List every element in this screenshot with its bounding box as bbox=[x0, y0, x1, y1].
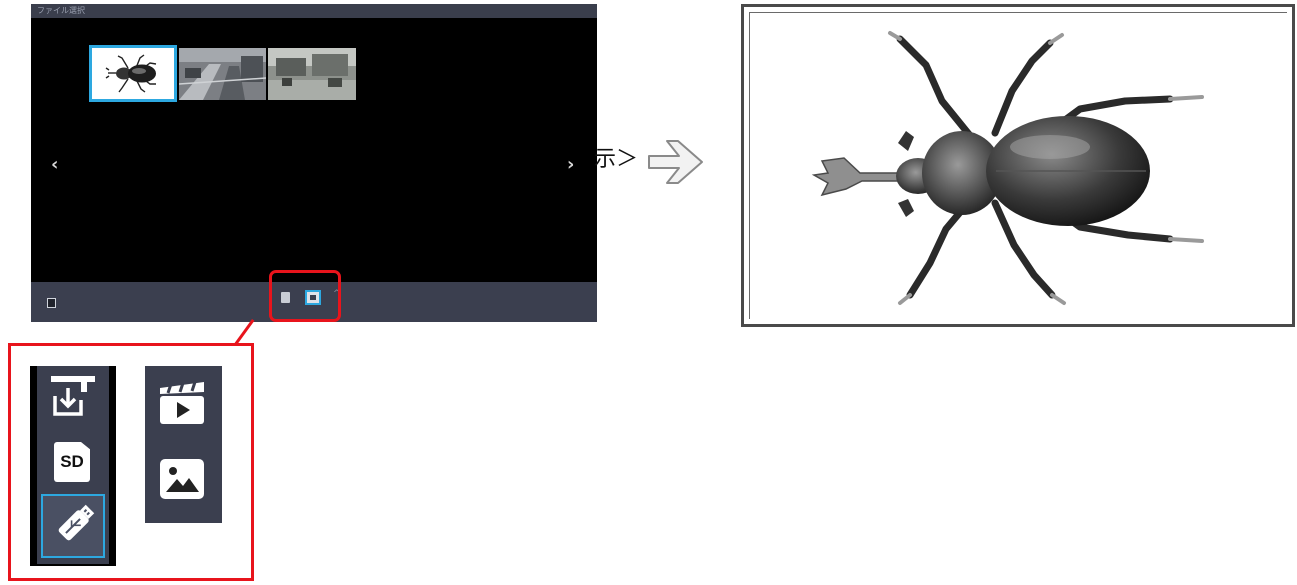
fullscreen-preview bbox=[741, 4, 1295, 327]
photo-icon bbox=[160, 459, 204, 499]
next-page-arrow[interactable]: › bbox=[567, 154, 574, 175]
sd-card-source-button[interactable]: SD bbox=[54, 442, 90, 482]
usb-icon bbox=[58, 504, 95, 541]
photo-mode-button[interactable] bbox=[159, 458, 205, 500]
video-icon bbox=[160, 381, 204, 424]
right-arrow-icon bbox=[647, 137, 705, 187]
thumbnail-street-scene-1[interactable] bbox=[179, 48, 266, 100]
previous-page-arrow[interactable]: ‹ bbox=[51, 154, 58, 175]
toolbar-highlight-box bbox=[269, 270, 341, 322]
street-thumbnail-image bbox=[179, 48, 266, 100]
thumbnail-street-scene-2[interactable] bbox=[268, 48, 356, 100]
preview-image-frame bbox=[749, 12, 1290, 322]
thumbnail-beetle[interactable] bbox=[89, 45, 177, 102]
exit-icon[interactable] bbox=[47, 298, 56, 308]
beetle-preview-image bbox=[750, 13, 1290, 322]
caption-text: 示＞ bbox=[594, 147, 639, 172]
window-title: ファイル選択 bbox=[31, 4, 597, 18]
beetle-thumbnail-image bbox=[92, 48, 174, 99]
street-thumbnail-image bbox=[268, 48, 356, 100]
video-mode-button[interactable] bbox=[157, 380, 207, 426]
download-icon bbox=[51, 376, 95, 416]
source-menu-panel: SD bbox=[37, 366, 109, 564]
download-source-button[interactable] bbox=[51, 374, 95, 418]
sd-card-icon: SD bbox=[54, 442, 90, 482]
usb-source-button[interactable] bbox=[41, 494, 105, 558]
source-menu: SD bbox=[30, 366, 116, 566]
sd-card-label: SD bbox=[60, 452, 84, 471]
media-type-menu bbox=[145, 366, 222, 523]
